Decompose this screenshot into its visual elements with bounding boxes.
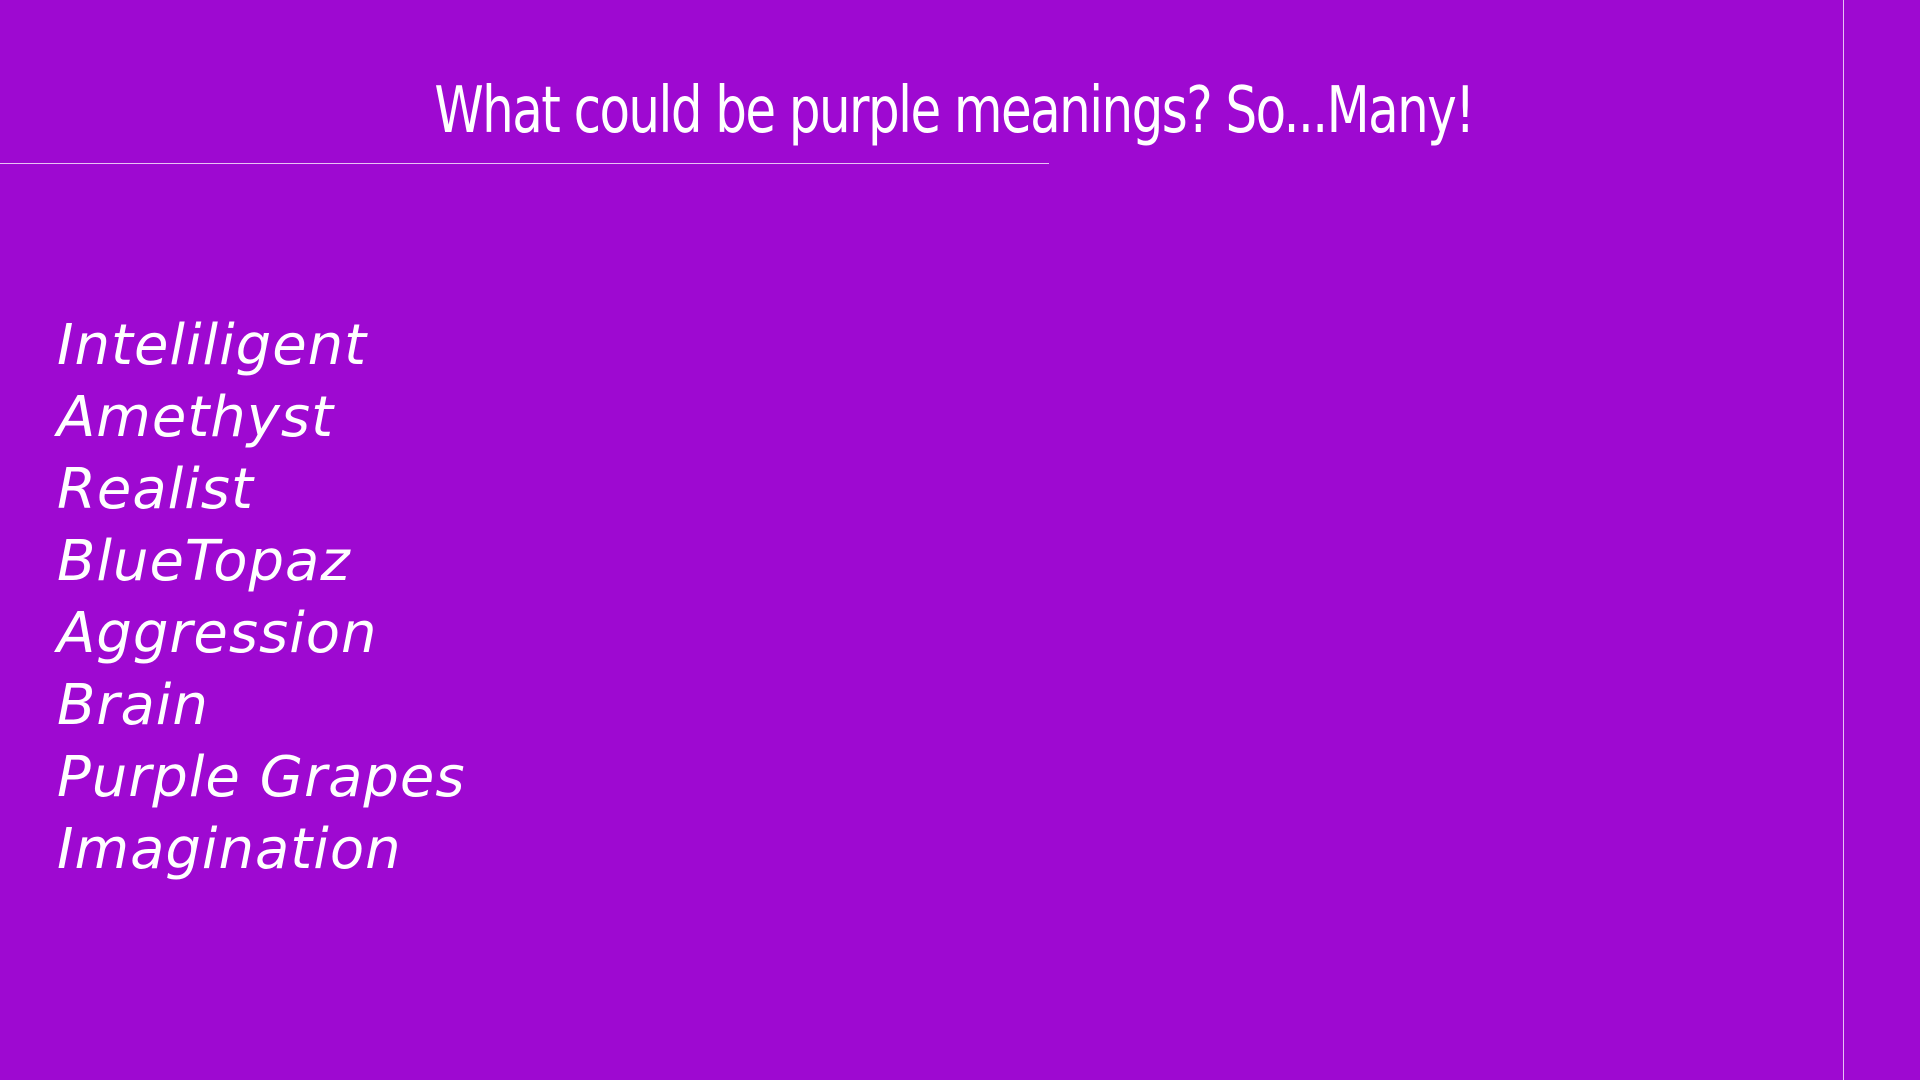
title-underline xyxy=(0,163,1049,164)
list-item: Realist xyxy=(57,457,254,522)
list-item: Aggression xyxy=(57,601,378,666)
right-border-line xyxy=(1843,0,1844,1080)
meanings-list: Inteliligent Amethyst Realist BlueTopaz … xyxy=(57,310,466,886)
list-item: Amethyst xyxy=(57,385,335,450)
slide-title: What could be purple meanings? So...Many… xyxy=(434,74,1475,148)
list-item: Purple Grapes xyxy=(57,745,466,810)
list-item: BlueTopaz xyxy=(57,529,351,594)
list-item: Imagination xyxy=(57,817,402,882)
slide: What could be purple meanings? So...Many… xyxy=(0,0,1920,1080)
list-item: Brain xyxy=(57,673,209,738)
list-item: Inteliligent xyxy=(57,313,368,378)
